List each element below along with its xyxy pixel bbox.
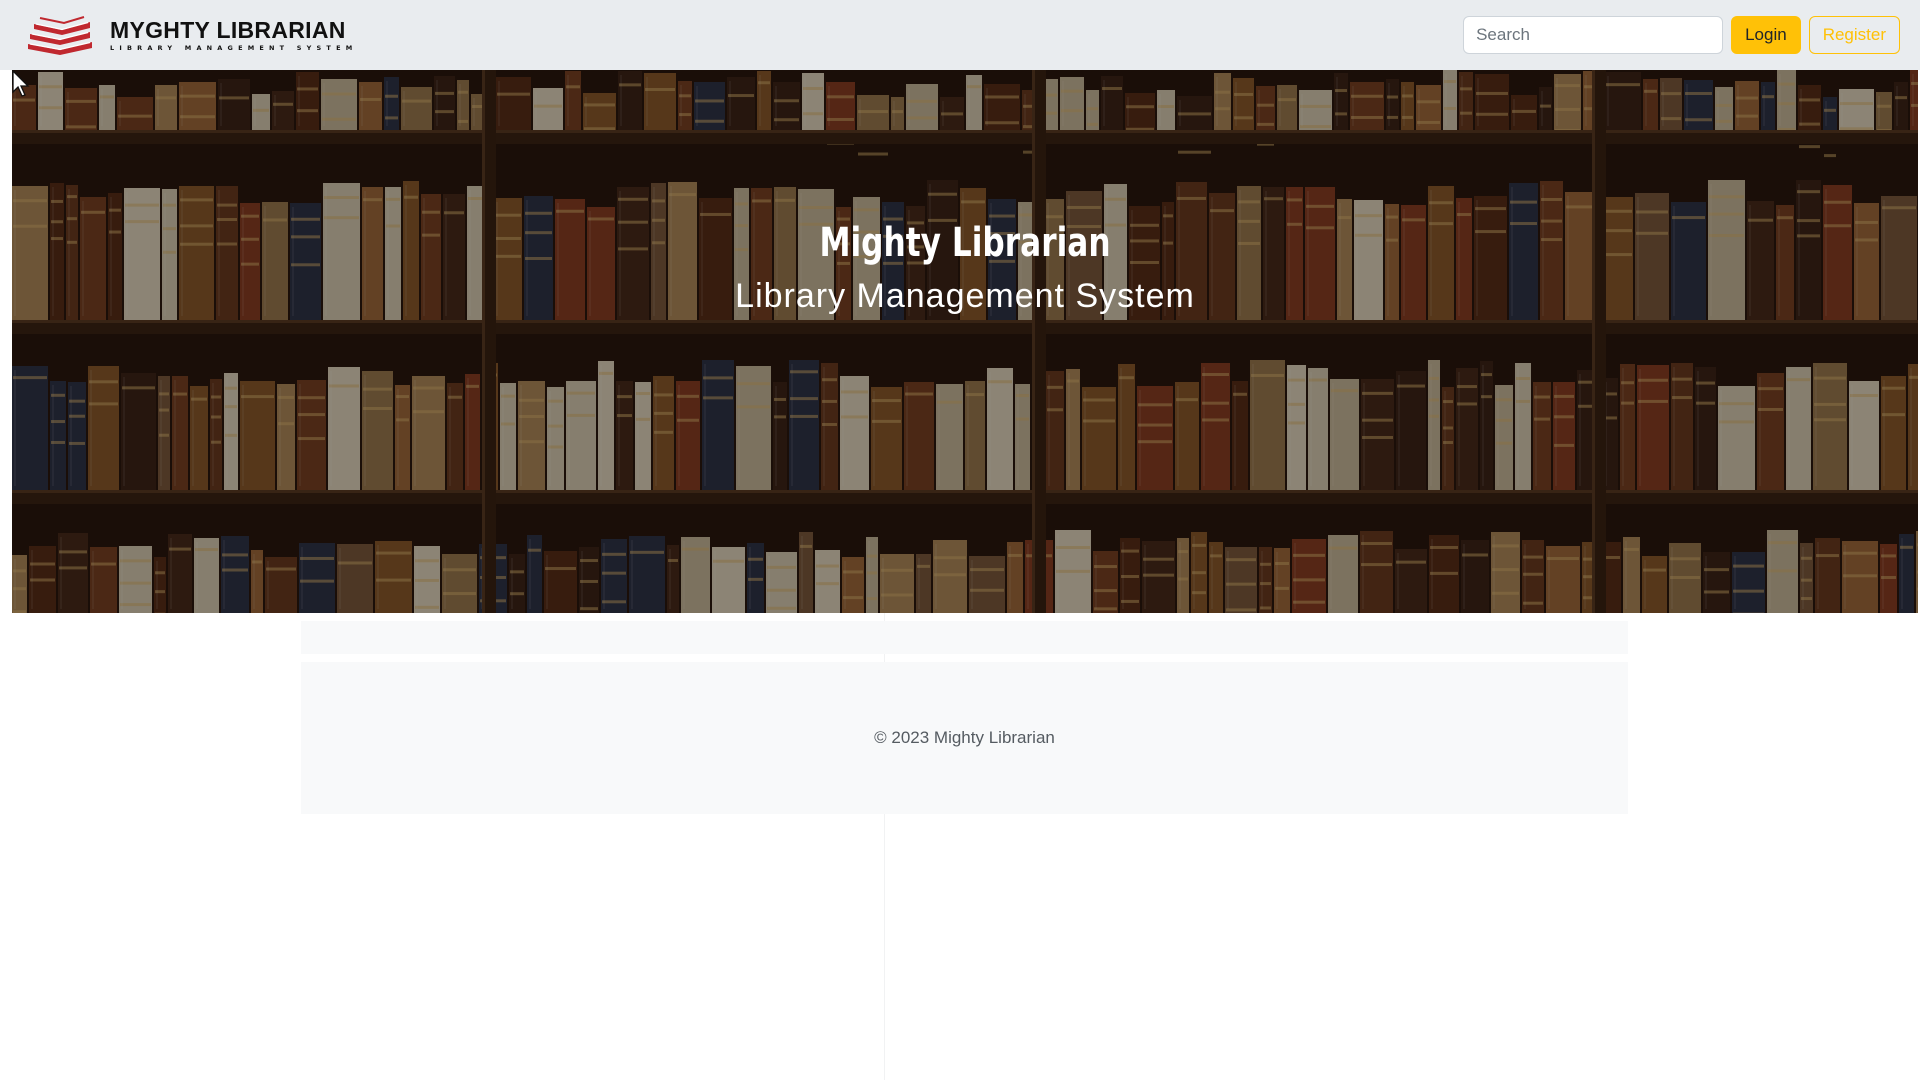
brand-name: MYGHTY LIBRARIAN xyxy=(110,16,346,43)
stacked-books-icon xyxy=(28,16,92,55)
register-button[interactable]: Register xyxy=(1808,16,1900,54)
login-button[interactable]: Login xyxy=(1731,16,1801,54)
brand-link[interactable]: MYGHTY LIBRARIAN LIBRARY MANAGEMENT SYST… xyxy=(24,15,357,55)
nav-actions: Login Register xyxy=(1463,16,1900,54)
top-navbar: MYGHTY LIBRARIAN LIBRARY MANAGEMENT SYST… xyxy=(0,0,1920,70)
hero-title: Mighty Librarian xyxy=(819,220,1111,266)
brand-tagline: LIBRARY MANAGEMENT SYSTEM xyxy=(110,43,358,52)
hero-overlay xyxy=(12,70,1918,613)
hero-banner: Mighty Librarian Library Management Syst… xyxy=(12,70,1918,613)
hero-subtitle: Library Management System xyxy=(735,277,1195,315)
content-strip xyxy=(301,621,1628,654)
mouse-cursor-icon xyxy=(12,70,30,97)
brand-text: MYGHTY LIBRARIAN LIBRARY MANAGEMENT SYST… xyxy=(110,16,358,52)
footer-copyright: © 2023 Mighty Librarian xyxy=(874,728,1055,747)
page-footer: © 2023 Mighty Librarian xyxy=(301,662,1628,814)
search-input[interactable] xyxy=(1463,16,1724,54)
